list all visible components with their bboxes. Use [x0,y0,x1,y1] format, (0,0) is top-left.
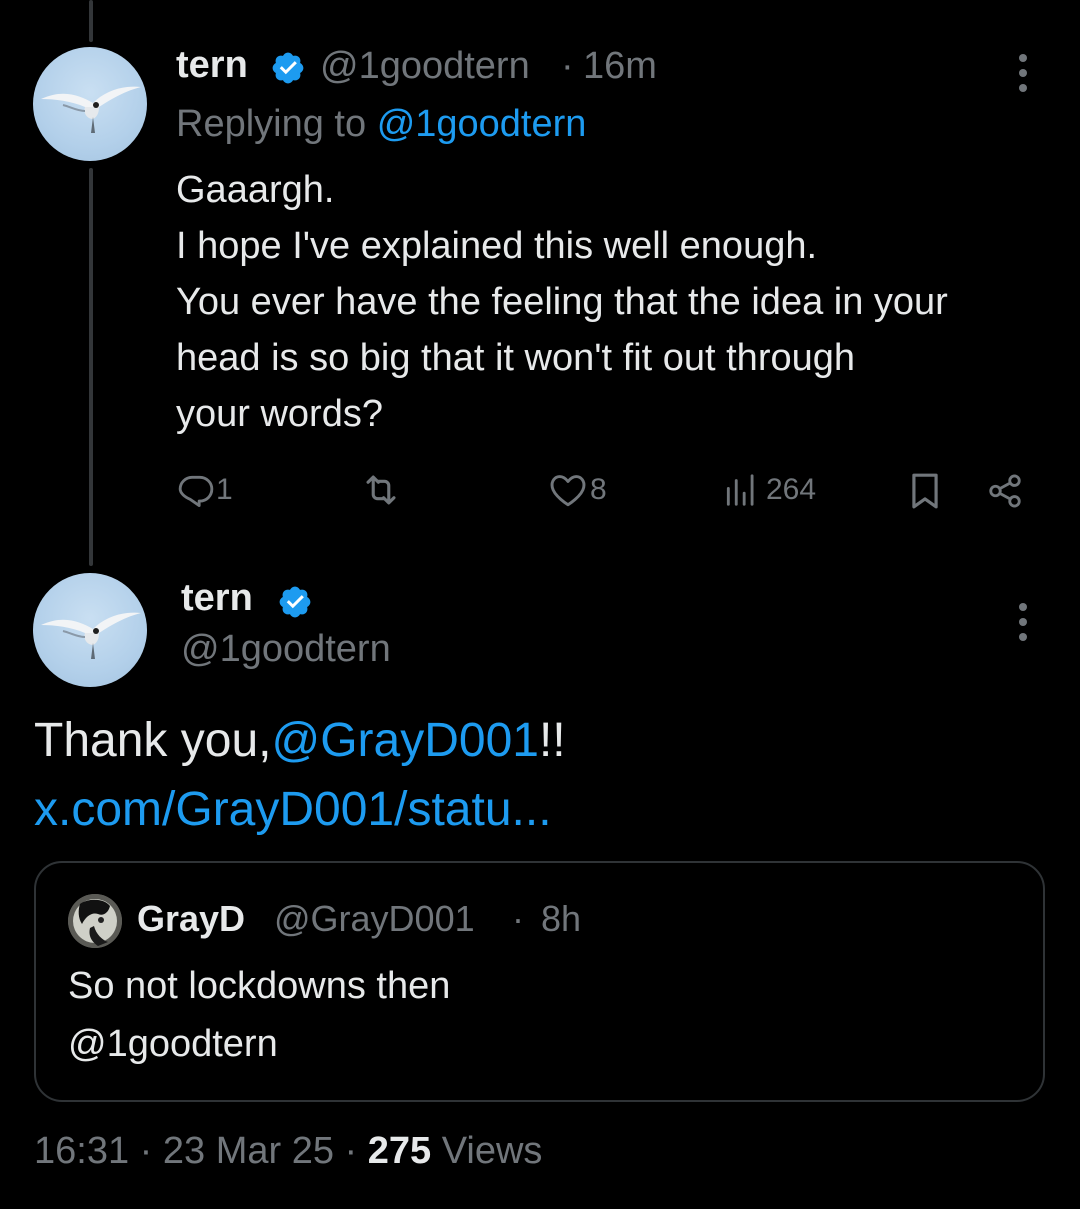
tern-bird-icon [41,86,141,133]
view-count: 264 [766,473,817,506]
tweet-meta: 16:31 · 23 Mar 25 · 275 Views [34,1130,542,1173]
verified-badge-icon [279,586,311,618]
heart-icon [550,475,586,507]
quoted-author-handle: @GrayD001 [274,898,475,939]
profile-photo-icon [68,894,122,948]
mention-link[interactable]: @GrayD001 [271,714,539,767]
separator: · [139,1130,153,1172]
quoted-author-name: GrayD [137,898,246,939]
reply-icon [178,475,214,507]
views-label: Views [441,1130,543,1172]
timestamp[interactable]: 16m [583,45,657,88]
tweet-text-line: Gaaargh. [176,169,335,211]
quoted-text-line: So not lockdowns then [68,965,451,1007]
like-button[interactable]: 8 [548,472,607,508]
url-link[interactable]: x.com/GrayD001/statu... [34,782,552,837]
avatar[interactable] [33,573,147,687]
separator: · [344,1130,358,1172]
more-options-icon[interactable] [1018,603,1028,648]
text-prefix: Thank you, [34,714,272,767]
views-count: 275 [367,1130,432,1172]
quoted-text-line: @1goodtern [68,1023,278,1065]
author-handle[interactable]: @1goodtern [181,628,391,671]
main-tweet-text: Thank you,@GrayD001!! [34,713,566,768]
author-name[interactable]: tern [176,44,248,87]
tweet-text-line: You ever have the feeling that the idea … [176,281,948,323]
tweet-date[interactable]: 23 Mar 25 [163,1130,334,1172]
thread-line-bottom [89,168,93,566]
separator: · [561,45,574,87]
tweet-text: Gaaargh. I hope I've explained this well… [176,162,1056,442]
verified-badge-icon [272,52,304,84]
retweet-button[interactable] [360,471,402,509]
views-chart-icon [726,474,754,506]
tweet-time[interactable]: 16:31 [34,1130,129,1172]
tweet-text-line: head is so big that it won't fit out thr… [176,337,856,379]
like-count: 8 [590,473,607,506]
tweet-text-line: your words? [176,393,383,435]
quoted-timestamp: 8h [541,898,582,939]
thread-line-top [89,0,93,42]
replying-handle-link[interactable]: @1goodtern [377,103,587,145]
reply-count: 1 [216,473,233,506]
separator: · [512,898,524,939]
retweet-icon [366,475,396,505]
reply-button[interactable]: 1 [177,471,233,509]
author-handle[interactable]: @1goodtern [320,45,530,88]
views-button[interactable]: 264 [722,471,816,509]
avatar [68,894,122,948]
bookmark-button[interactable] [909,472,941,510]
bookmark-icon [912,473,938,509]
replying-to: Replying to @1goodtern [176,103,586,146]
avatar[interactable] [33,47,147,161]
author-name[interactable]: tern [181,577,253,620]
more-options-icon[interactable] [1018,54,1028,99]
share-button[interactable] [986,472,1024,510]
replying-prefix: Replying to [176,103,367,145]
tweet-text-line: I hope I've explained this well enough. [176,225,818,267]
tern-bird-icon [41,612,141,659]
text-suffix: !! [538,714,566,767]
share-icon [989,474,1021,508]
